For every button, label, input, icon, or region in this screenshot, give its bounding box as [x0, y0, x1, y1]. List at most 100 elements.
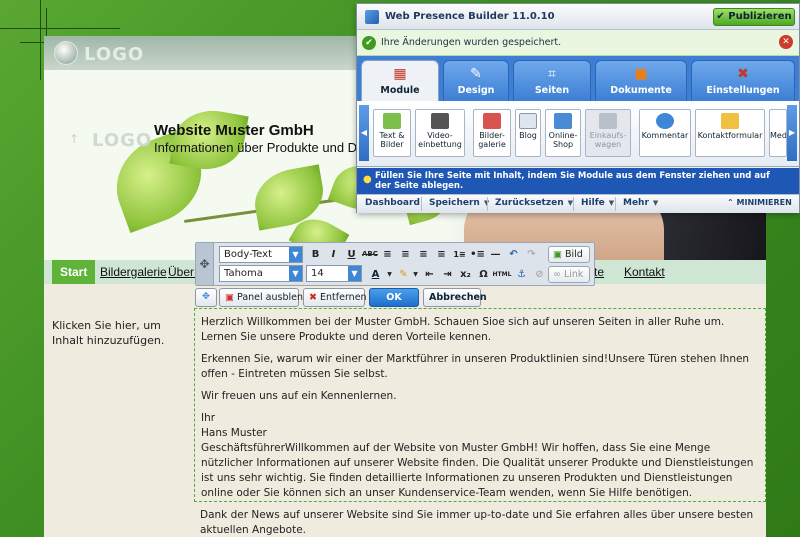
- subscript-icon[interactable]: x₂: [458, 267, 473, 282]
- bold-button[interactable]: B: [308, 247, 323, 262]
- horizontal-rule-icon[interactable]: —: [488, 247, 503, 262]
- tab-module-label: Module: [380, 85, 420, 96]
- menu-hilfe[interactable]: Hilfe ▼: [581, 198, 614, 208]
- nav-item-bildergalerie[interactable]: Bildergalerie: [100, 265, 167, 279]
- align-right-icon[interactable]: ≡: [416, 247, 431, 262]
- tab-einstellungen-label: Einstellungen: [706, 85, 780, 96]
- menu-mehr[interactable]: Mehr ▼: [623, 198, 658, 208]
- builder-menu: Dashboard Speichern▼ Zurücksetzen▼ Hilfe…: [357, 194, 799, 213]
- chevron-down-icon: ▼: [608, 199, 615, 207]
- module-kontaktformular[interactable]: Kontaktformular: [695, 109, 765, 157]
- indent-icon[interactable]: ⇥: [440, 267, 455, 282]
- nav-item-kontakt[interactable]: Kontakt: [624, 265, 665, 279]
- image-button[interactable]: ▣ Bild: [548, 246, 590, 263]
- up-arrow-icon: ↑: [69, 132, 80, 146]
- tab-design[interactable]: ✎ Design: [443, 60, 509, 101]
- decorative-line: [0, 28, 120, 29]
- tab-seiten[interactable]: ⌗ Seiten: [513, 60, 591, 101]
- align-center-icon[interactable]: ≡: [398, 247, 413, 262]
- module-online-shop[interactable]: Online-Shop: [545, 109, 581, 157]
- unlink-icon[interactable]: ⊘: [532, 267, 547, 282]
- module-text-bilder[interactable]: Text & Bilder: [373, 109, 411, 157]
- hide-panel-button[interactable]: ▣ Panel ausblenden: [219, 288, 321, 307]
- cancel-button[interactable]: Abbrechen: [423, 288, 487, 307]
- style-select[interactable]: Body-Text ▼: [219, 246, 303, 263]
- chevron-down-icon[interactable]: ▼: [408, 267, 423, 282]
- close-icon[interactable]: ✕: [779, 35, 793, 49]
- module-einkaufswagen[interactable]: Einkaufs-wagen: [585, 109, 631, 157]
- omega-button[interactable]: Ω: [476, 267, 491, 282]
- strikethrough-button[interactable]: ABC: [362, 247, 378, 262]
- paragraph[interactable]: Ihr: [201, 411, 759, 426]
- builder-panel: Web Presence Builder 11.0.10 ✔ Publizier…: [356, 3, 800, 213]
- anchor-icon[interactable]: ⚓: [514, 267, 529, 282]
- box-icon: ■: [634, 66, 648, 82]
- module-label: Online-Shop: [548, 131, 578, 149]
- italic-button[interactable]: I: [326, 247, 341, 262]
- check-icon: ✔: [716, 11, 725, 22]
- tab-seiten-label: Seiten: [534, 85, 570, 96]
- delete-icon: ✖: [309, 292, 317, 303]
- module-bildergalerie[interactable]: Bilder-galerie: [473, 109, 511, 157]
- module-med[interactable]: Med: [769, 109, 787, 157]
- remove-button[interactable]: ✖ Entfernen: [303, 288, 367, 307]
- underline-button[interactable]: U: [344, 247, 359, 262]
- html-button[interactable]: HTML: [492, 267, 512, 282]
- comment-icon: [656, 113, 674, 129]
- menu-dashboard[interactable]: Dashboard: [365, 198, 420, 208]
- paragraph[interactable]: Erkennen Sie, warum wir einer der Marktf…: [201, 352, 759, 382]
- publish-button[interactable]: ✔ Publizieren: [713, 8, 795, 26]
- bullet-list-icon[interactable]: •≡: [470, 247, 485, 262]
- module-blog[interactable]: Blog: [515, 109, 541, 157]
- text-color-icon[interactable]: A: [368, 267, 383, 282]
- text-editor-area[interactable]: Herzlich Willkommen bei der Muster GmbH.…: [194, 308, 766, 502]
- app-icon: [365, 10, 379, 24]
- news-paragraph[interactable]: Dank der News auf unserer Website sind S…: [200, 508, 760, 537]
- chevron-down-icon: ▼: [289, 266, 302, 281]
- sidebar-placeholder[interactable]: Klicken Sie hier, um Inhalt hinzuzufügen…: [52, 318, 182, 348]
- undo-icon[interactable]: ↶: [506, 247, 521, 262]
- scroll-right-icon[interactable]: ▶: [787, 105, 797, 161]
- tab-einstellungen[interactable]: ✖ Einstellungen: [691, 60, 795, 101]
- builder-titlebar[interactable]: Web Presence Builder 11.0.10 ✔ Publizier…: [357, 4, 799, 30]
- hero-logo: LOGO: [92, 130, 153, 151]
- paragraph[interactable]: GeschäftsführerWillkommen auf der Websit…: [201, 441, 759, 501]
- module-video[interactable]: Video-einbettung: [415, 109, 465, 157]
- paragraph[interactable]: Hans Muster: [201, 426, 759, 441]
- paragraph[interactable]: Wir freuen uns auf ein Kennenlernen.: [201, 389, 759, 404]
- tab-module[interactable]: ▦ Module: [361, 60, 439, 101]
- redo-icon[interactable]: ↷: [524, 247, 539, 262]
- sitemap-icon: ⌗: [548, 66, 556, 82]
- move-icon[interactable]: ✥: [195, 288, 217, 307]
- module-label: Med: [770, 131, 787, 140]
- ordered-list-icon[interactable]: 1≡: [452, 247, 467, 262]
- size-select[interactable]: 14 ▼: [306, 265, 362, 282]
- chevron-down-icon[interactable]: ▼: [382, 267, 397, 282]
- menu-hilfe-label: Hilfe: [581, 198, 605, 208]
- module-kommentar[interactable]: Kommentar: [639, 109, 691, 157]
- paragraph[interactable]: Herzlich Willkommen bei der Muster GmbH.…: [201, 315, 759, 345]
- menu-zuruecksetzen[interactable]: Zurücksetzen ▼: [495, 198, 573, 208]
- success-icon: ✔: [362, 36, 376, 50]
- tools-icon: ✖: [737, 66, 749, 82]
- font-select[interactable]: Tahoma ▼: [219, 265, 303, 282]
- scroll-left-icon[interactable]: ◀: [359, 105, 369, 161]
- move-handle-icon[interactable]: ✥: [196, 243, 214, 285]
- ok-button[interactable]: OK: [369, 288, 419, 307]
- module-label: Einkaufs-wagen: [589, 131, 627, 149]
- outdent-icon[interactable]: ⇤: [422, 267, 437, 282]
- link-button[interactable]: ∞ Link: [548, 266, 590, 283]
- link-button-label: Link: [563, 269, 584, 280]
- nav-item-start[interactable]: Start: [52, 260, 96, 284]
- minimize-button[interactable]: ⌃ MINIMIEREN: [727, 198, 792, 207]
- tab-dokumente[interactable]: ■ Dokumente: [595, 60, 687, 101]
- align-left-icon[interactable]: ≡: [380, 247, 395, 262]
- builder-title: Web Presence Builder 11.0.10: [385, 11, 555, 22]
- menu-speichern[interactable]: Speichern▼: [429, 198, 489, 208]
- module-label: Kommentar: [641, 131, 689, 140]
- align-justify-icon[interactable]: ≡: [434, 247, 449, 262]
- site-title[interactable]: Website Muster GmbH: [154, 122, 314, 139]
- text-image-icon: [383, 113, 401, 129]
- module-label: Kontaktformular: [697, 131, 763, 140]
- save-notice-text: Ihre Änderungen wurden gespeichert.: [381, 37, 562, 48]
